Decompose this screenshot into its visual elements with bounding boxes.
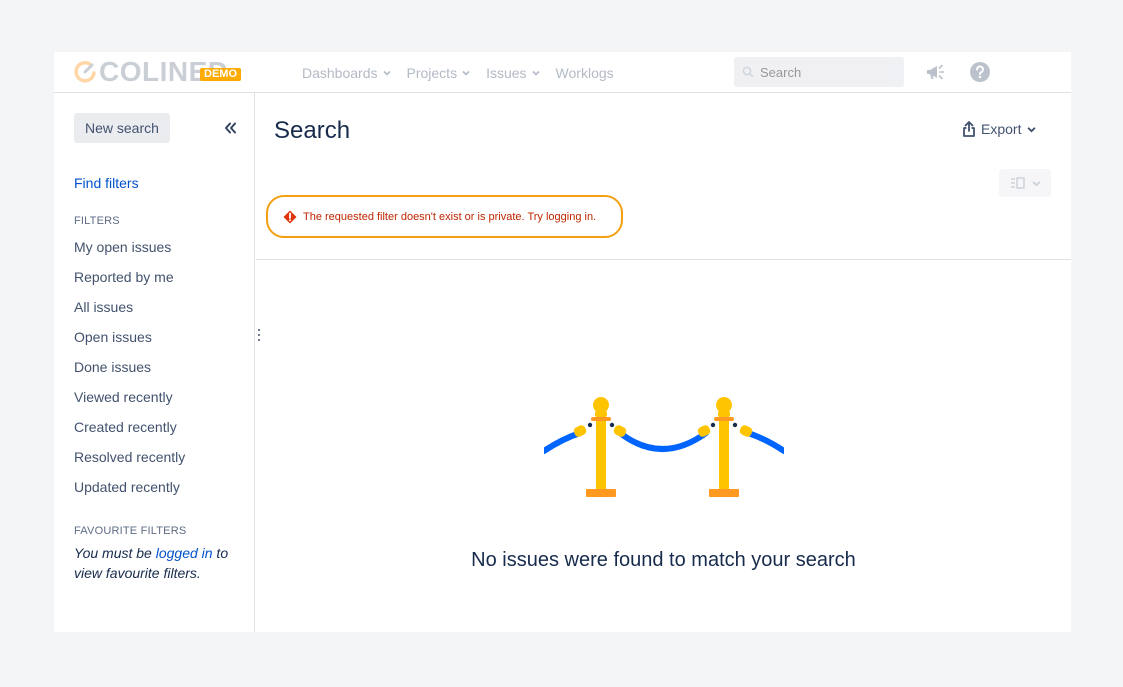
filter-resolved-recently[interactable]: Resolved recently — [74, 443, 185, 473]
login-link[interactable]: logged in — [156, 545, 213, 561]
export-button[interactable]: Export — [962, 117, 1041, 141]
favourite-filters-note: You must be logged in to view favourite … — [74, 543, 244, 583]
error-message-box: The requested filter doesn't exist or is… — [266, 195, 623, 238]
megaphone-icon[interactable] — [924, 61, 946, 83]
chevron-down-icon — [531, 70, 540, 76]
view-switcher-button[interactable] — [999, 169, 1051, 197]
help-icon[interactable] — [969, 61, 991, 83]
search-icon — [742, 66, 754, 78]
filter-reported-by-me[interactable]: Reported by me — [74, 263, 185, 293]
new-search-button[interactable]: New search — [74, 113, 170, 143]
list-view-icon — [1010, 177, 1025, 189]
share-icon — [963, 121, 975, 137]
filter-done-issues[interactable]: Done issues — [74, 353, 185, 383]
nav-issues[interactable]: Issues — [486, 64, 540, 81]
find-filters-link[interactable]: Find filters — [74, 175, 139, 191]
nav-menu: Dashboards Projects Issues Worklogs — [302, 52, 630, 93]
demo-badge: DEMO — [200, 68, 241, 81]
empty-state-message: No issues were found to match your searc… — [471, 549, 856, 571]
favourite-note-before: You must be — [74, 545, 156, 561]
export-label: Export — [981, 121, 1022, 137]
colined-logo-icon — [74, 61, 96, 83]
top-navigation: COLINED DEMO Dashboards Projects Issues … — [54, 52, 1071, 93]
filters-heading: FILTERS — [74, 215, 120, 227]
app-window: COLINED DEMO Dashboards Projects Issues … — [54, 52, 1071, 632]
filters-sidebar: New search Find filters FILTERS My open … — [54, 93, 255, 632]
error-message-text: The requested filter doesn't exist or is… — [303, 210, 597, 223]
divider — [256, 259, 1071, 260]
nav-worklogs-label: Worklogs — [555, 64, 614, 81]
nav-projects-label: Projects — [406, 64, 458, 81]
chevron-down-icon — [1027, 126, 1036, 132]
chevron-down-icon — [462, 70, 470, 76]
filter-viewed-recently[interactable]: Viewed recently — [74, 383, 185, 413]
chevron-down-icon — [1031, 180, 1041, 186]
filter-list: My open issues Reported by me All issues… — [74, 233, 185, 503]
page-title: Search — [274, 117, 351, 144]
nav-issues-label: Issues — [486, 64, 527, 81]
nav-worklogs[interactable]: Worklogs — [556, 65, 614, 81]
chevron-down-icon — [382, 70, 391, 76]
filter-open-issues[interactable]: Open issues — [74, 323, 185, 353]
favourite-filters-heading: FAVOURITE FILTERS — [74, 525, 187, 537]
main-content: Search Export The requested filter doesn… — [256, 93, 1071, 632]
error-icon — [283, 210, 297, 223]
rope-barrier-illustration — [544, 397, 784, 497]
nav-dashboards[interactable]: Dashboards — [302, 65, 391, 81]
nav-dashboards-label: Dashboards — [302, 64, 378, 81]
filter-all-issues[interactable]: All issues — [74, 293, 185, 323]
filter-created-recently[interactable]: Created recently — [74, 413, 185, 443]
nav-projects[interactable]: Projects — [407, 65, 471, 81]
filter-my-open-issues[interactable]: My open issues — [74, 233, 185, 263]
global-search[interactable] — [734, 57, 904, 87]
double-chevron-left-icon[interactable] — [222, 120, 238, 136]
search-input[interactable] — [760, 64, 890, 80]
filter-updated-recently[interactable]: Updated recently — [74, 473, 185, 503]
